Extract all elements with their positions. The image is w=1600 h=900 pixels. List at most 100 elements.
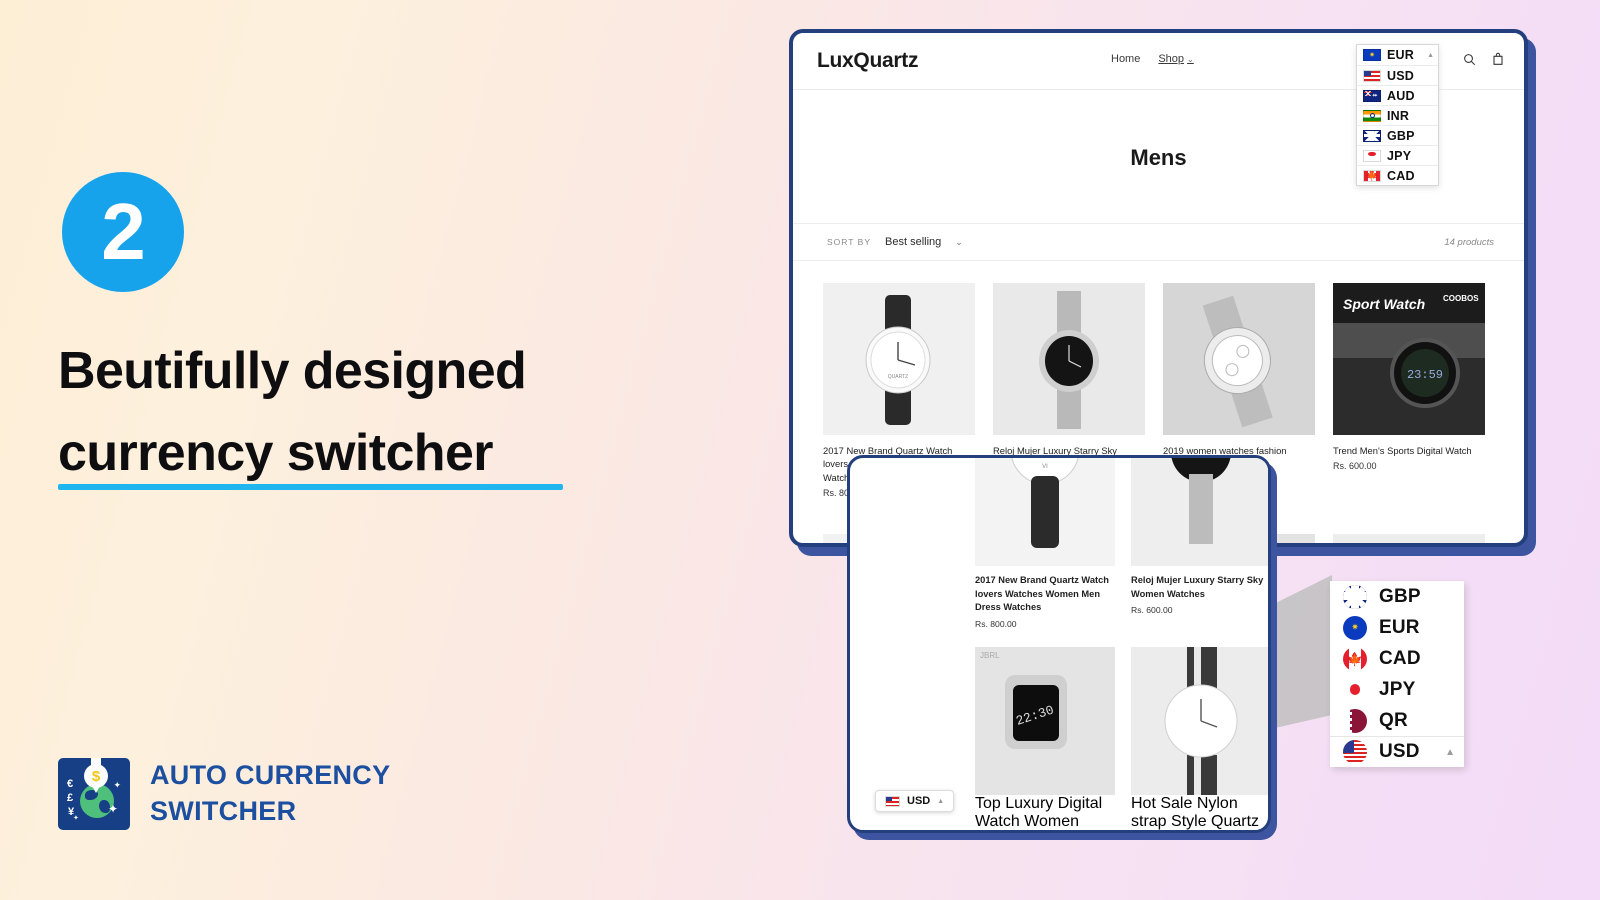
map-pin-tail [91,784,101,793]
search-icon[interactable] [1463,53,1476,66]
currency-code: JPY [1379,678,1416,700]
flag-eu-icon: ✷ [1363,49,1381,61]
currency-option-jpy[interactable]: JPY [1330,674,1464,705]
headline-line-2: currency switcher [58,424,494,483]
currency-option-cad[interactable]: 🍁 CAD [1357,165,1438,185]
flag-in-icon [1363,109,1381,122]
product-title: Hot Sale Nylon strap Style Quartz Women … [1131,794,1260,830]
chevron-down-icon[interactable]: ⌄ [955,237,963,248]
flag-qa-icon [1343,708,1367,733]
flag-us-icon [885,795,900,807]
storefront-tablet-overlay: VI 2017 New Brand Quartz Watch lovers Wa… [847,455,1271,833]
flag-eu-icon: ✷ [1343,615,1367,640]
brand-logo: € £ ¥ $ ✦ ✦ ✦ AUTO CURRENCY SWITCHER [58,758,390,830]
product-count: 14 products [1444,236,1494,248]
euro-symbol: € [67,778,74,790]
left-intro-panel: 2 Beutifully designed currency switcher … [0,0,720,900]
chevron-up-icon: ▲ [937,797,945,805]
product-title: 2017 New Brand Quartz Watch lovers Watch… [975,575,1109,613]
currency-option-cad[interactable]: 🍁 CAD [1330,643,1464,674]
currency-option-usd-selected[interactable]: USD ▲ [1330,736,1464,767]
sparkle-icon: ✦ [73,815,79,822]
currency-option-inr[interactable]: INR [1357,105,1438,125]
product-image: 22:30 JBRL [975,646,1115,795]
currency-option-gbp[interactable]: GBP [1330,581,1464,612]
currency-code: USD [1379,741,1420,762]
currency-option-qr[interactable]: QR [1330,705,1464,736]
currency-code: GBP [1387,128,1415,143]
product-title: Reloj Mujer Luxury Starry Sky Women Watc… [1131,575,1264,599]
currency-switcher-dropdown-header[interactable]: ✷ EUR ▲ USD ✦ ✦ AUD INR GBP JPY 🍁 CAD [1356,44,1439,186]
currency-option-eur[interactable]: ✷ EUR [1330,612,1464,643]
product-image: VI [975,458,1115,566]
product-image [1131,458,1268,566]
currency-code: INR [1387,108,1410,123]
svg-text:Sport Watch: Sport Watch [1343,296,1425,312]
flag-us-icon [1343,740,1367,764]
currency-switcher-dropdown-zoomed[interactable]: GBP ✷ EUR 🍁 CAD JPY QR USD ▲ [1330,581,1464,767]
svg-text:23:59: 23:59 [1407,368,1443,382]
currency-code: USD [907,795,931,807]
flag-au-icon: ✦ ✦ [1363,89,1381,102]
currency-code: EUR [1387,48,1414,62]
sparkle-icon: ✦ [113,780,121,790]
brand-name: AUTO CURRENCY SWITCHER [150,758,390,829]
auto-currency-switcher-icon: € £ ¥ $ ✦ ✦ ✦ [58,758,130,830]
product-card[interactable]: VI 2017 New Brand Quartz Watch lovers Wa… [975,458,1115,629]
currency-option-aud[interactable]: ✦ ✦ AUD [1357,85,1438,105]
currency-code: QR [1379,709,1408,731]
nav-item-shop[interactable]: Shop ⌄ [1158,53,1193,65]
sort-select-value[interactable]: Best selling [885,236,941,248]
currency-code: AUD [1387,88,1415,103]
currency-code: GBP [1379,585,1421,607]
chevron-up-icon: ▲ [1427,51,1434,59]
tablet-product-row-1: VI 2017 New Brand Quartz Watch lovers Wa… [850,458,1268,629]
currency-code: CAD [1387,168,1415,183]
sort-by-label: SORT BY [827,237,872,247]
chevron-up-icon: ▲ [1445,746,1455,758]
product-card[interactable]: Hot Sale Nylon strap Style Quartz Women … [1131,646,1268,830]
currency-option-jpy[interactable]: JPY [1357,145,1438,165]
currency-option-eur[interactable]: ✷ EUR ▲ [1357,45,1438,65]
pound-symbol: £ [67,792,74,804]
currency-switcher-pill-usd[interactable]: USD ▲ [875,790,955,812]
product-card[interactable]: Reloj Mujer Luxury Starry Sky Women Watc… [1131,458,1268,629]
product-price: Rs. 600.00 [1333,461,1377,472]
currency-option-usd[interactable]: USD [1357,65,1438,85]
flag-jp-icon [1363,149,1381,162]
product-card[interactable] [1333,534,1485,543]
flag-ca-icon: 🍁 [1343,646,1367,671]
headline-line-1: Beutifully designed [58,342,527,400]
product-image [1163,283,1315,435]
site-nav: Home Shop ⌄ [1111,53,1194,65]
product-image [1131,646,1268,795]
product-image: Sport Watch COOBOS 23:59 [1333,283,1485,435]
flag-us-icon [1363,69,1381,82]
flag-gb-icon [1363,129,1381,142]
header-icons [1463,52,1504,66]
sparkle-icon: ✦ [107,802,118,816]
cart-icon[interactable] [1492,52,1504,66]
svg-text:QUARTZ: QUARTZ [888,374,908,380]
chevron-down-icon: ⌄ [1187,55,1194,64]
site-logo[interactable]: LuxQuartz [817,49,918,73]
brand-name-line-2: SWITCHER [150,796,297,826]
product-image [1333,534,1485,543]
flag-ca-icon: 🍁 [1363,169,1381,182]
currency-code: USD [1387,68,1414,83]
step-number-badge: 2 [62,172,184,292]
product-title: Trend Men's Sports Digital Watch [1333,445,1472,456]
page-title: Beutifully designed currency switcher [58,330,698,494]
step-number-value: 2 [101,187,145,276]
svg-text:COOBOS: COOBOS [1443,294,1479,303]
currency-option-gbp[interactable]: GBP [1357,125,1438,145]
product-card[interactable]: 22:30 JBRL Top Luxury Digital Watch Wome… [975,646,1115,830]
product-title: Top Luxury Digital Watch Women Sport Men… [975,794,1103,830]
nav-item-home[interactable]: Home [1111,53,1140,65]
flag-jp-icon [1343,677,1367,702]
sort-bar: SORT BY Best selling ⌄ 14 products [793,223,1524,261]
currency-code: CAD [1379,647,1421,669]
currency-code: JPY [1387,148,1412,163]
product-image [993,283,1145,435]
product-card[interactable]: Sport Watch COOBOS 23:59 Trend Men's Spo… [1333,283,1485,498]
